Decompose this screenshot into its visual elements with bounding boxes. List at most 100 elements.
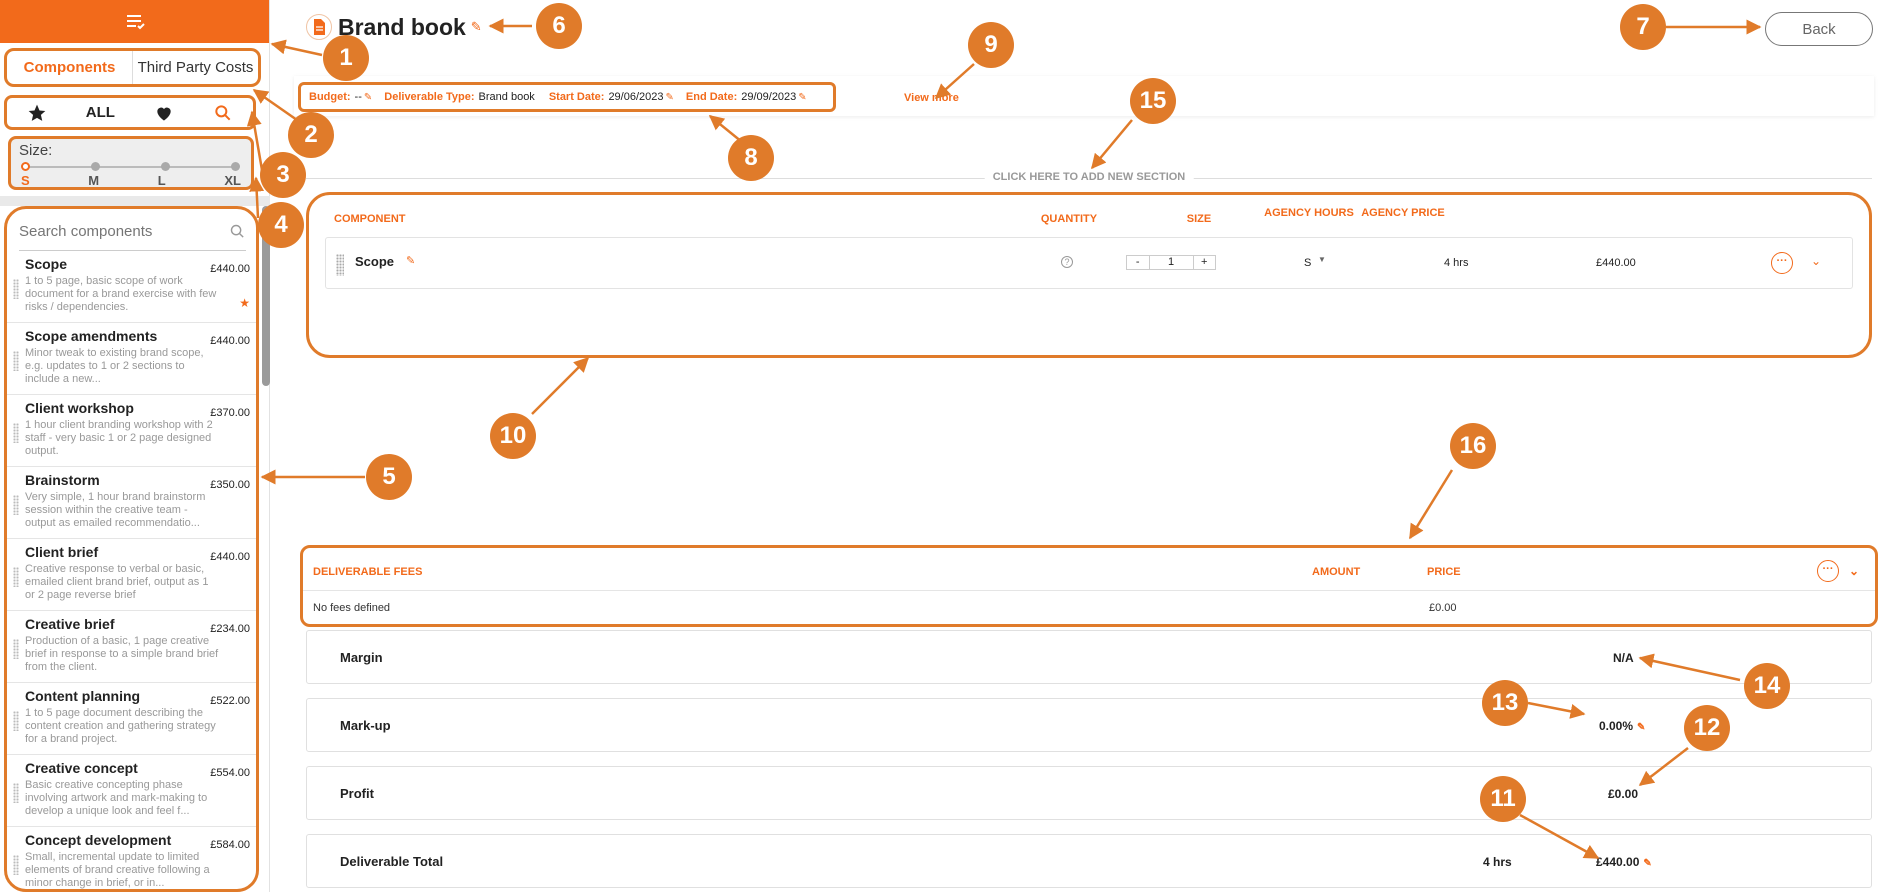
menu-icon[interactable] [123,10,147,34]
component-name: Scope [355,254,395,269]
add-section-button[interactable]: CLICK HERE TO ADD NEW SECTION [984,171,1194,183]
size-name-m[interactable]: M [88,173,99,188]
profit-row: Profit £0.00 [306,766,1872,820]
end-date-value: 29/09/2023 [741,91,797,103]
list-item[interactable]: Creative brief £234.00 Production of a bas… [7,611,256,683]
callout-14: 14 [1744,663,1790,709]
callout-4: 4 [258,202,304,248]
start-date-label: Start Date: [548,91,605,103]
markup-label: Mark-up [340,718,391,733]
component-price: £350.00 [210,479,250,491]
col-component: COMPONENT [334,213,406,225]
size-stop-s[interactable] [21,162,30,171]
list-item[interactable]: Client workshop £370.00 1 hour client bran… [7,395,256,467]
pencil-icon[interactable]: ✎ [364,92,372,103]
tab-components[interactable]: Components [7,51,132,84]
callout-10: 10 [490,413,536,459]
list-item[interactable]: Concept development £584.00 Small, increme… [7,827,256,889]
document-icon [306,12,332,42]
pencil-icon[interactable]: ✎ [1637,722,1645,733]
pencil-icon[interactable]: ✎ [471,19,482,35]
help-icon[interactable]: ? [1061,256,1073,268]
callout-9: 9 [968,22,1014,68]
list-item[interactable]: Brainstorm £350.00 Very simple, 1 hour bra… [7,467,256,539]
component-library: Scope£440.001 to 5 page, basic scope of … [4,206,259,892]
size-label: Size: [19,142,53,159]
quantity-value[interactable]: 1 [1148,256,1194,269]
size-stop-xl[interactable] [231,162,240,171]
size-name-l[interactable]: L [158,173,166,188]
profit-value: £0.00 [1608,787,1639,801]
list-item[interactable]: Client brief £440.00 Creative response to … [7,539,256,611]
more-icon[interactable]: ··· [1771,252,1793,274]
back-button[interactable]: Back [1765,12,1873,46]
favorites-filter[interactable] [27,103,47,123]
component-description: Production of a basic, 1 page creative b… [25,635,219,673]
callout-8: 8 [728,135,774,181]
callout-3: 3 [260,152,306,198]
col-agency-price: AGENCY PRICE [1361,207,1445,219]
pencil-icon[interactable]: ✎ [798,92,806,103]
star-icon [28,104,45,121]
deliverable-total-row: Deliverable Total 4 hrs £440.00 ✎ [306,834,1872,888]
fees-empty-text: No fees defined [313,602,391,614]
component-description: 1 to 5 page, basic scope of work documen… [25,275,217,313]
drag-handle-icon[interactable] [13,639,19,659]
search-input[interactable] [19,223,209,240]
search-icon[interactable] [229,223,246,240]
list-item[interactable]: Creative concept £554.00 Basic creative co… [7,755,256,827]
filter-bar: ALL [4,95,256,130]
size-name-xl[interactable]: XL [224,173,241,188]
view-more-link[interactable]: View more [904,92,959,104]
size-select[interactable]: S [1304,257,1311,269]
sidebar-header[interactable] [0,0,269,43]
callout-2: 2 [288,112,334,158]
size-stop-m[interactable] [90,162,100,171]
sidebar-tabs: Components Third Party Costs [4,48,261,87]
chevron-down-icon[interactable]: ⌄ [1811,254,1821,268]
liked-filter[interactable] [154,103,174,123]
callout-11: 11 [1480,776,1526,822]
drag-handle-icon[interactable] [336,254,344,276]
fees-col-price: PRICE [1427,566,1461,578]
caret-down-icon[interactable]: ▼ [1318,255,1326,264]
drag-handle-icon[interactable] [13,567,19,587]
drag-handle-icon[interactable] [13,495,19,515]
component-row[interactable]: Scope ✎ ? - 1 + S ▼ 4 hrs £440.00 ··· ⌄ [325,237,1853,289]
margin-row: Margin N/A [306,630,1872,684]
list-item[interactable]: Scope £440.00 1 to 5 page, basic scope of … [7,251,256,323]
pencil-icon[interactable]: ✎ [1643,858,1651,869]
list-item[interactable]: Scope amendments £440.00 Minor tweak to ex… [7,323,256,395]
drag-handle-icon[interactable] [13,783,19,803]
component-description: 1 hour client branding workshop with 2 s… [25,419,213,457]
component-price: £370.00 [210,407,250,419]
title-row: Brand book ✎ [306,12,482,42]
size-stop-l[interactable] [160,162,170,171]
component-description: Creative response to verbal or basic, em… [25,563,209,601]
callout-6: 6 [536,3,582,49]
all-filter[interactable]: ALL [86,104,115,121]
quantity-decrement[interactable]: - [1127,256,1149,269]
size-slider[interactable] [21,162,240,171]
budget-value: -- [354,91,362,103]
callout-13: 13 [1482,680,1528,726]
more-icon[interactable]: ··· [1817,560,1839,582]
drag-handle-icon[interactable] [13,351,19,371]
pencil-icon[interactable]: ✎ [666,92,674,103]
component-price: £522.00 [210,695,250,707]
quantity-increment[interactable]: + [1194,256,1216,269]
component-description: Basic creative concepting phase involvin… [25,779,208,817]
search-filter[interactable] [213,103,233,123]
drag-handle-icon[interactable] [13,279,19,299]
tab-third-party-costs[interactable]: Third Party Costs [132,51,258,84]
markup-value: 0.00% [1599,719,1634,733]
pencil-icon[interactable]: ✎ [406,254,415,267]
size-name-s[interactable]: S [21,173,30,188]
chevron-down-icon[interactable]: ⌄ [1849,564,1859,578]
drag-handle-icon[interactable] [13,711,19,731]
drag-handle-icon[interactable] [13,855,19,875]
quantity-stepper: - 1 + [1126,255,1216,270]
list-item[interactable]: Content planning £522.00 1 to 5 page docum… [7,683,256,755]
favorite-star-icon[interactable]: ★ [239,296,250,310]
drag-handle-icon[interactable] [13,423,19,443]
